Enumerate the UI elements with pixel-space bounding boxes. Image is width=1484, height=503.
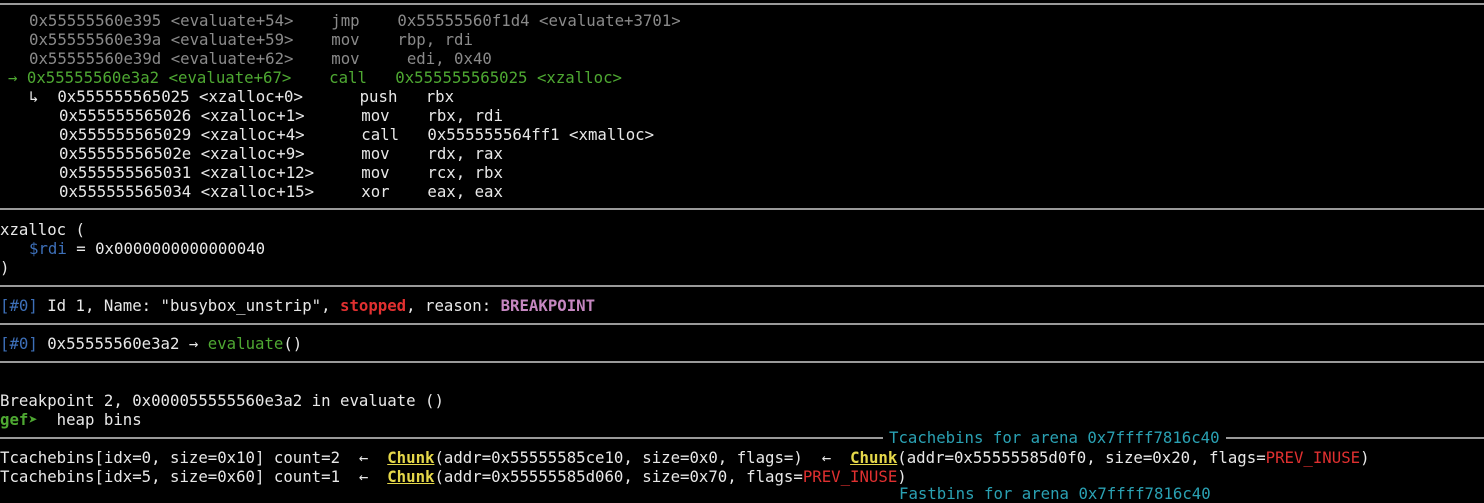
tcache-bin-info: Tcachebins[idx=5, size=0x60] count=1 ← [0, 467, 388, 486]
args-open: xzalloc ( [0, 220, 86, 239]
disasm-target-line: 0x55555556502e <xzalloc+9> mov rdx, rax [59, 144, 503, 163]
disasm-opcode: mov [361, 144, 390, 163]
args-rdi-line: $rdi = 0x0000000000000040 [29, 239, 265, 258]
separator-args [0, 208, 1484, 210]
separator-top [0, 3, 1484, 5]
disasm-addr: 0x555555565029 [59, 125, 192, 144]
disasm-target-line: 0x555555565034 <xzalloc+15> xor eax, eax [59, 182, 503, 201]
chunk-label: Chunk [850, 448, 898, 467]
disasm-operands: edi, 0x40 [406, 49, 492, 68]
chunk-close: ) [793, 448, 803, 467]
disasm-symbol: <evaluate+67> [168, 68, 292, 87]
disasm-opcode: jmp [331, 11, 360, 30]
disasm-target-line: ↳ 0x555555565025 <xzalloc+0> push rbx [29, 87, 454, 106]
disasm-target-line: 0x555555565029 <xzalloc+4> call 0x555555… [59, 125, 654, 144]
tcache-bin-info: Tcachebins[idx=0, size=0x10] count=2 ← [0, 448, 388, 467]
chunk-flag: PREV_INUSE [1265, 448, 1361, 467]
tcache-row: Tcachebins[idx=5, size=0x60] count=1 ← C… [0, 467, 907, 486]
separator-console [0, 361, 1484, 363]
disasm-operands: eax, eax [427, 182, 503, 201]
chunk-label: Chunk [387, 448, 435, 467]
thread-index: [#0] [0, 296, 38, 315]
disasm-symbol: <evaluate+59> [170, 30, 294, 49]
disasm-operands: rbx [425, 87, 455, 106]
disasm-addr: 0x55555560e3a2 [26, 68, 160, 87]
disasm-target-line: 0x555555565031 <xzalloc+12> mov rcx, rbx [59, 163, 503, 182]
disasm-symbol: <xzalloc+0> [199, 87, 303, 106]
chunk-separator: ← [802, 448, 851, 467]
disasm-addr: 0x55555560e395 [29, 11, 162, 30]
breakpoint-message: Breakpoint 2, 0x000055555560e3a2 in eval… [0, 391, 444, 410]
thread-reason: BREAKPOINT [500, 296, 596, 315]
thread-reason-label: , reason: [406, 296, 501, 315]
disasm-target-line: 0x555555565026 <xzalloc+1> mov rbx, rdi [59, 106, 503, 125]
disasm-addr: 0x555555565034 [59, 182, 192, 201]
disasm-line: 0x55555560e39d <evaluate+62> mov edi, 0x… [29, 49, 492, 68]
chunk-body: (addr=0x55555585d060, size=0x70, flags= [434, 467, 803, 486]
gef-prompt: gef➤ [0, 410, 38, 429]
register-name: $rdi [29, 239, 67, 258]
disasm-addr: 0x555555565031 [59, 163, 192, 182]
disasm-operands: rdx, rax [427, 144, 503, 163]
disasm-opcode: mov [361, 163, 390, 182]
disasm-addr: 0x55555556502e [59, 144, 192, 163]
prompt-line[interactable]: gef➤ heap bins [0, 410, 142, 429]
disasm-operands: rbx, rdi [427, 106, 503, 125]
disasm-addr: 0x555555565026 [59, 106, 192, 125]
trace-line: [#0] 0x55555560e3a2 → evaluate() [0, 334, 302, 353]
tcache-row: Tcachebins[idx=0, size=0x10] count=2 ← C… [0, 448, 1370, 467]
disasm-opcode: mov [331, 49, 360, 68]
args-close: ) [0, 258, 10, 277]
trace-function: evaluate [207, 334, 284, 353]
disasm-symbol: <xzalloc+12> [200, 163, 315, 182]
disasm-addr: 0x555555565025 [57, 87, 190, 106]
chunk-close: ) [1360, 448, 1370, 467]
disasm-symbol: <xzalloc+1> [200, 106, 305, 125]
branch-target-icon: ↳ [29, 87, 39, 106]
current-pc-arrow-icon: → [8, 68, 18, 87]
trace-index: [#0] [0, 334, 38, 353]
disasm-symbol: <xzalloc+9> [200, 144, 305, 163]
disasm-symbol: <evaluate+62> [170, 49, 294, 68]
disasm-operands: 0x555555564ff1 <xmalloc> [427, 125, 655, 144]
disasm-symbol: <xzalloc+15> [200, 182, 315, 201]
disasm-line: 0x55555560e39a <evaluate+59> mov rbp, rd… [29, 30, 473, 49]
separator-trace [0, 323, 1484, 325]
disasm-opcode: push [359, 87, 398, 106]
disasm-operands: rcx, rbx [427, 163, 503, 182]
thread-info: Id 1, Name: "busybox_unstrip", [37, 296, 341, 315]
disasm-operands: 0x55555560f1d4 <evaluate+3701> [397, 11, 681, 30]
disasm-current-line: → 0x55555560e3a2 <evaluate+67> call 0x55… [8, 68, 622, 87]
chunk-body: (addr=0x55555585d0f0, size=0x20, flags= [897, 448, 1266, 467]
chunk-body: (addr=0x55555585ce10, size=0x0, flags= [434, 448, 794, 467]
disasm-operands: rbp, rdi [397, 30, 473, 49]
disasm-opcode: call [329, 68, 367, 87]
separator-tcache [0, 437, 1484, 439]
separator-threads [0, 285, 1484, 287]
trace-addr: 0x55555560e3a2 → [37, 334, 208, 353]
disasm-opcode: call [361, 125, 400, 144]
disasm-operands: 0x555555565025 <xzalloc> [395, 68, 622, 87]
thread-line: [#0] Id 1, Name: "busybox_unstrip", stop… [0, 296, 595, 315]
register-value: = 0x0000000000000040 [66, 239, 266, 258]
chunk-flag: PREV_INUSE [802, 467, 898, 486]
disasm-line: 0x55555560e395 <evaluate+54> jmp 0x55555… [29, 11, 681, 30]
command-input[interactable]: heap bins [38, 410, 142, 429]
disasm-addr: 0x55555560e39a [29, 30, 162, 49]
fastbins-header: Fastbins for arena 0x7ffff7816c40 [893, 484, 1217, 503]
chunk-label: Chunk [387, 467, 435, 486]
trace-suffix: () [283, 334, 303, 353]
disasm-opcode: mov [331, 30, 360, 49]
tcache-header: Tcachebins for arena 0x7ffff7816c40 [883, 428, 1226, 447]
disasm-opcode: mov [361, 106, 390, 125]
disasm-opcode: xor [361, 182, 390, 201]
disasm-symbol: <xzalloc+4> [200, 125, 305, 144]
thread-state: stopped [340, 296, 407, 315]
disasm-symbol: <evaluate+54> [170, 11, 294, 30]
disasm-addr: 0x55555560e39d [29, 49, 162, 68]
